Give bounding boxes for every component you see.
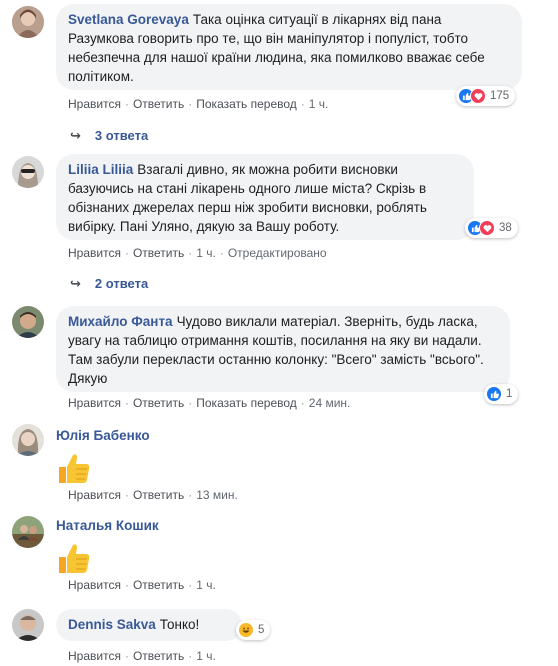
translate-button[interactable]: Показать перевод [196,97,297,111]
comment-time[interactable]: 1 ч. [196,246,216,260]
comment-author[interactable]: Svetlana Gorevaya [68,12,189,27]
comment-6: Dennis Sakva Тонко! 5 Нравится · Ответить · 1… [0,605,558,666]
reaction-summary[interactable]: 38 [465,218,518,238]
comment-actions: Нравится · Ответить · Показать перевод · 1 ч. [68,97,329,111]
comment-author[interactable]: Liliia Liliia [68,162,133,177]
like-button[interactable]: Нравится [68,246,121,260]
thumbs-up-icon [56,450,92,491]
reaction-summary[interactable]: 1 [484,384,519,404]
comment-text: Тонко! [159,617,200,632]
reply-button[interactable]: Ответить [133,246,184,260]
view-replies-link[interactable]: ↪ 2 ответа [70,276,148,292]
reply-arrow-icon: ↪ [70,276,81,291]
comment-1: Svetlana Gorevaya Така оцінка ситуації в … [0,0,558,150]
reply-button[interactable]: Ответить [133,488,184,502]
like-button[interactable]: Нравится [68,488,121,502]
comment-actions: Нравится · Ответить · 1 ч. [68,649,216,663]
reply-button[interactable]: Ответить [133,649,184,663]
like-icon [486,386,502,402]
translate-button[interactable]: Показать перевод [196,396,297,410]
love-icon [479,220,495,236]
comment-actions: Нравится · Ответить · 1 ч. [68,578,216,592]
comment-time[interactable]: 1 ч. [196,578,216,592]
comment-5: Наталья Кошик Нравится · Ответить · 1 ч. [0,510,558,600]
comment-time[interactable]: 24 мин. [309,396,351,410]
avatar[interactable] [12,609,44,641]
view-replies-link[interactable]: ↪ 3 ответа [70,128,148,144]
comment-bubble: Михайло Фанта Чудово виклали матеріал. Зв… [56,306,510,392]
reaction-count: 38 [499,222,512,234]
reply-button[interactable]: Ответить [133,97,184,111]
comment-4: Юлія Бабенко Нравится · Ответить · 13 мин. [0,420,558,508]
comment-author[interactable]: Dennis Sakva [68,617,156,632]
thumbs-up-icon [56,540,92,581]
comment-time[interactable]: 1 ч. [309,97,329,111]
reply-arrow-icon: ↪ [70,128,81,143]
like-button[interactable]: Нравится [68,396,121,410]
comment-bubble: Svetlana Gorevaya Така оцінка ситуації в … [56,4,522,90]
comment-author[interactable]: Наталья Кошик [56,518,159,533]
like-button[interactable]: Нравится [68,649,121,663]
comment-actions: Нравится · Ответить · 13 мин. [68,488,238,502]
comment-2: Liliia Liliia Взагалі дивно, як можна роб… [0,150,558,295]
comment-bubble: Dennis Sakva Тонко! [56,609,242,641]
comment-time[interactable]: 13 мин. [196,488,238,502]
avatar[interactable] [12,6,44,38]
avatar[interactable] [12,516,44,548]
reaction-summary[interactable]: 5 [236,620,271,640]
reply-button[interactable]: Ответить [133,578,184,592]
like-button[interactable]: Нравится [68,97,121,111]
laughing-face-icon [238,622,254,638]
reaction-count: 5 [258,624,265,636]
reply-button[interactable]: Ответить [133,396,184,410]
comment-time[interactable]: 1 ч. [196,649,216,663]
comment-author[interactable]: Михайло Фанта [68,314,173,329]
edited-label[interactable]: Отредактировано [228,246,327,260]
comment-author[interactable]: Юлія Бабенко [56,428,150,443]
comment-actions: Нравится · Ответить · 1 ч. · Отредактировано [68,246,327,260]
love-icon [470,88,486,104]
reaction-summary[interactable]: 175 [456,86,516,106]
comment-actions: Нравится · Ответить · Показать перевод · 24 ми… [68,396,351,410]
comment-3: Михайло Фанта Чудово виклали матеріал. Зв… [0,300,558,415]
reaction-count: 175 [490,90,510,102]
comment-bubble: Liliia Liliia Взагалі дивно, як можна роб… [56,154,474,240]
avatar[interactable] [12,424,44,456]
like-button[interactable]: Нравится [68,578,121,592]
reaction-count: 1 [506,388,513,400]
avatar[interactable] [12,306,44,338]
avatar[interactable] [12,156,44,188]
